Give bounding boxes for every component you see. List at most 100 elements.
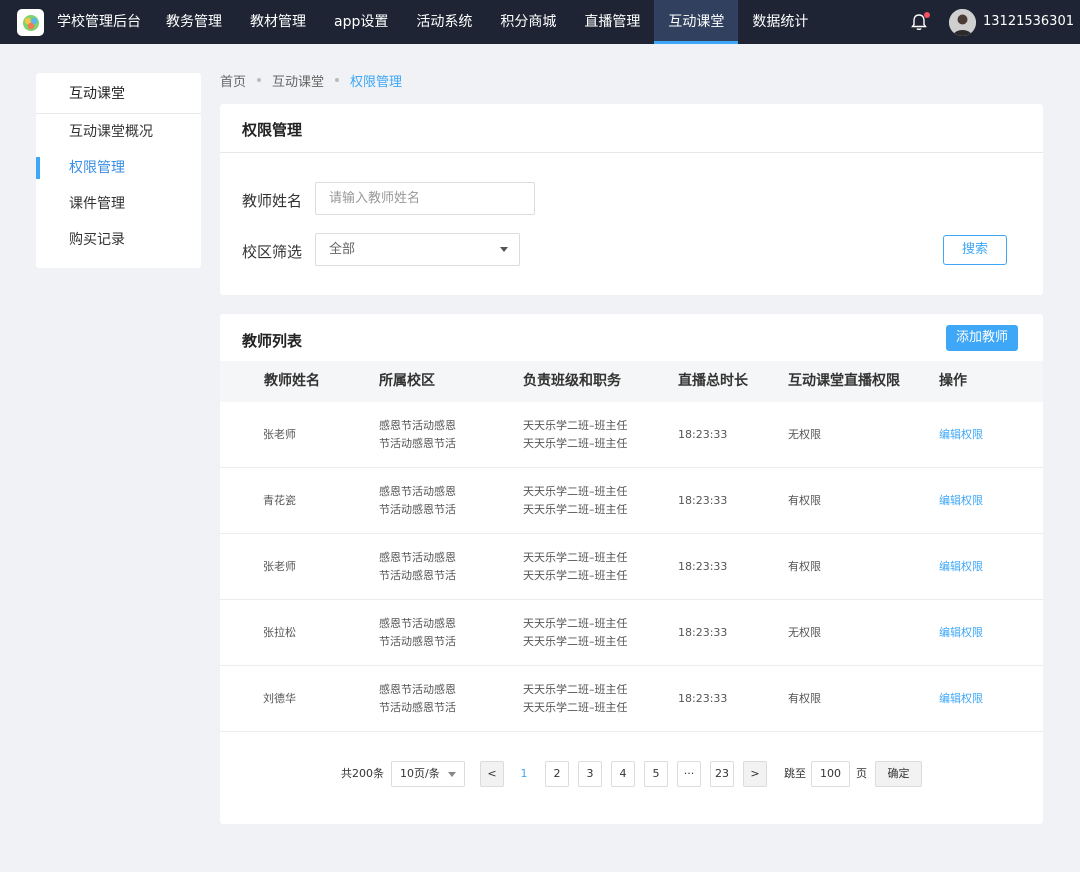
teacher-name-cell: 张老师 [263,560,296,573]
teacher-name-cell: 刘德华 [263,692,296,705]
avatar-icon [949,9,976,36]
campus-filter-label: 校区筛选 [242,243,303,261]
table-header: 教师姓名 所属校区 负责班级和职务 直播总时长 互动课堂直播权限 操作 [220,361,1043,402]
page-button-4[interactable]: 4 [611,761,635,787]
campus-line: 节活动感恩节活 [379,635,456,648]
duration-cell: 18:23:33 [678,428,728,441]
chevron-down-icon [500,247,508,252]
campus-cell: 感恩节活动感恩 节活动感恩节活 [379,417,456,453]
classes-cell: 天天乐学二班–班主任 天天乐学二班–班主任 [523,483,628,519]
avatar[interactable] [949,9,976,36]
breadcrumb-section[interactable]: 互动课堂 [272,71,324,90]
permission-cell: 有权限 [788,560,821,573]
edit-permission-link[interactable]: 编辑权限 [939,468,983,534]
column-header-campus: 所属校区 [379,373,435,389]
filter-card: 权限管理 教师姓名 校区筛选 全部 搜索 [220,104,1043,295]
page-button-last[interactable]: 23 [710,761,734,787]
campus-select-value: 全部 [329,242,356,257]
chevron-down-icon [448,772,456,777]
teacher-name-cell: 张拉松 [263,626,296,639]
teacher-name-input[interactable] [315,182,535,215]
teacher-name-cell: 青花瓷 [263,494,296,507]
jump-page-input[interactable]: 100 [811,761,850,787]
table-row: 青花瓷 感恩节活动感恩 节活动感恩节活 天天乐学二班–班主任 天天乐学二班–班主任 18:… [220,468,1043,534]
permission-cell: 有权限 [788,494,821,507]
page-button-3[interactable]: 3 [578,761,602,787]
classes-cell: 天天乐学二班–班主任 天天乐学二班–班主任 [523,615,628,651]
breadcrumb-separator [335,78,340,82]
permission-cell: 无权限 [788,428,821,441]
filter-card-title: 权限管理 [220,104,1043,153]
edit-permission-link[interactable]: 编辑权限 [939,600,983,666]
duration-cell: 18:23:33 [678,560,728,573]
top-navbar: 学校管理后台 教务管理 教材管理 app设置 活动系统 积分商城 直播管理 互动课堂 数据统计… [0,0,1080,44]
edit-permission-link[interactable]: 编辑权限 [939,666,983,732]
page-button-2[interactable]: 2 [545,761,569,787]
teacher-name-cell: 张老师 [263,428,296,441]
next-page-button[interactable]: > [743,761,767,787]
add-teacher-button[interactable]: 添加教师 [946,325,1018,351]
page-size-select[interactable]: 10页/条 [391,761,465,787]
campus-cell: 感恩节活动感恩 节活动感恩节活 [379,483,456,519]
campus-line: 感恩节活动感恩 [379,683,456,696]
app-logo[interactable] [17,9,44,36]
logo-icon [22,14,39,31]
jump-confirm-button[interactable]: 确定 [875,761,922,787]
campus-cell: 感恩节活动感恩 节活动感恩节活 [379,615,456,651]
sidebar-item-4[interactable]: 购买记录 [36,222,201,258]
page-button-1[interactable]: 1 [512,761,536,787]
campus-line: 感恩节活动感恩 [379,551,456,564]
nav-item-4[interactable]: 活动系统 [402,0,486,44]
main-nav: 教务管理 教材管理 app设置 活动系统 积分商城 直播管理 互动课堂 数据统计 [152,0,822,44]
search-button[interactable]: 搜索 [943,235,1007,265]
edit-permission-link[interactable]: 编辑权限 [939,402,983,468]
sidebar-item-2[interactable]: 权限管理 [36,150,201,186]
breadcrumb: 首页 互动课堂 权限管理 [220,71,403,90]
campus-line: 节活动感恩节活 [379,701,456,714]
sidebar-title: 互动课堂 [36,73,201,114]
prev-page-button[interactable]: < [480,761,504,787]
page-ellipsis-button[interactable]: ··· [677,761,701,787]
nav-item-3[interactable]: app设置 [320,0,402,44]
jump-to-label: 跳至 [784,767,806,780]
table-row: 刘德华 感恩节活动感恩 节活动感恩节活 天天乐学二班–班主任 天天乐学二班–班主任 18:… [220,666,1043,732]
campus-cell: 感恩节活动感恩 节活动感恩节活 [379,549,456,585]
user-phone[interactable]: 13121536301 [983,0,1074,44]
table-row: 张老师 感恩节活动感恩 节活动感恩节活 天天乐学二班–班主任 天天乐学二班–班主任 18:… [220,534,1043,600]
class-line: 天天乐学二班–班主任 [523,437,628,450]
nav-item-6[interactable]: 直播管理 [570,0,654,44]
pagination: 共200条 10页/条 < 1 2 3 4 5 ··· 23 > 跳至 100 … [220,761,1043,787]
duration-cell: 18:23:33 [678,692,728,705]
breadcrumb-current: 权限管理 [350,74,403,90]
duration-cell: 18:23:33 [678,626,728,639]
teacher-list-title: 教师列表 [242,332,303,350]
classes-cell: 天天乐学二班–班主任 天天乐学二班–班主任 [523,681,628,717]
pagination-total: 共200条 [341,767,384,780]
teacher-name-label: 教师姓名 [242,192,303,210]
breadcrumb-separator [257,78,262,82]
class-line: 天天乐学二班–班主任 [523,503,628,516]
nav-item-2[interactable]: 教材管理 [236,0,320,44]
campus-select[interactable]: 全部 [315,233,520,266]
nav-item-1[interactable]: 教务管理 [152,0,236,44]
class-line: 天天乐学二班–班主任 [523,569,628,582]
nav-item-8[interactable]: 数据统计 [738,0,822,44]
campus-line: 感恩节活动感恩 [379,485,456,498]
sidebar-item-3[interactable]: 课件管理 [36,186,201,222]
brand-title: 学校管理后台 [57,14,141,30]
nav-item-7[interactable]: 互动课堂 [654,0,739,44]
class-line: 天天乐学二班–班主任 [523,419,628,432]
class-line: 天天乐学二班–班主任 [523,551,628,564]
edit-permission-link[interactable]: 编辑权限 [939,534,983,600]
campus-line: 感恩节活动感恩 [379,617,456,630]
sidebar-item-1[interactable]: 互动课堂概况 [36,114,201,150]
permission-cell: 有权限 [788,692,821,705]
class-line: 天天乐学二班–班主任 [523,701,628,714]
duration-cell: 18:23:33 [678,494,728,507]
page-size-value: 10页/条 [400,767,440,780]
page-button-5[interactable]: 5 [644,761,668,787]
campus-line: 感恩节活动感恩 [379,419,456,432]
breadcrumb-home[interactable]: 首页 [220,71,246,90]
nav-item-5[interactable]: 积分商城 [486,0,570,44]
column-header-name: 教师姓名 [264,373,320,389]
